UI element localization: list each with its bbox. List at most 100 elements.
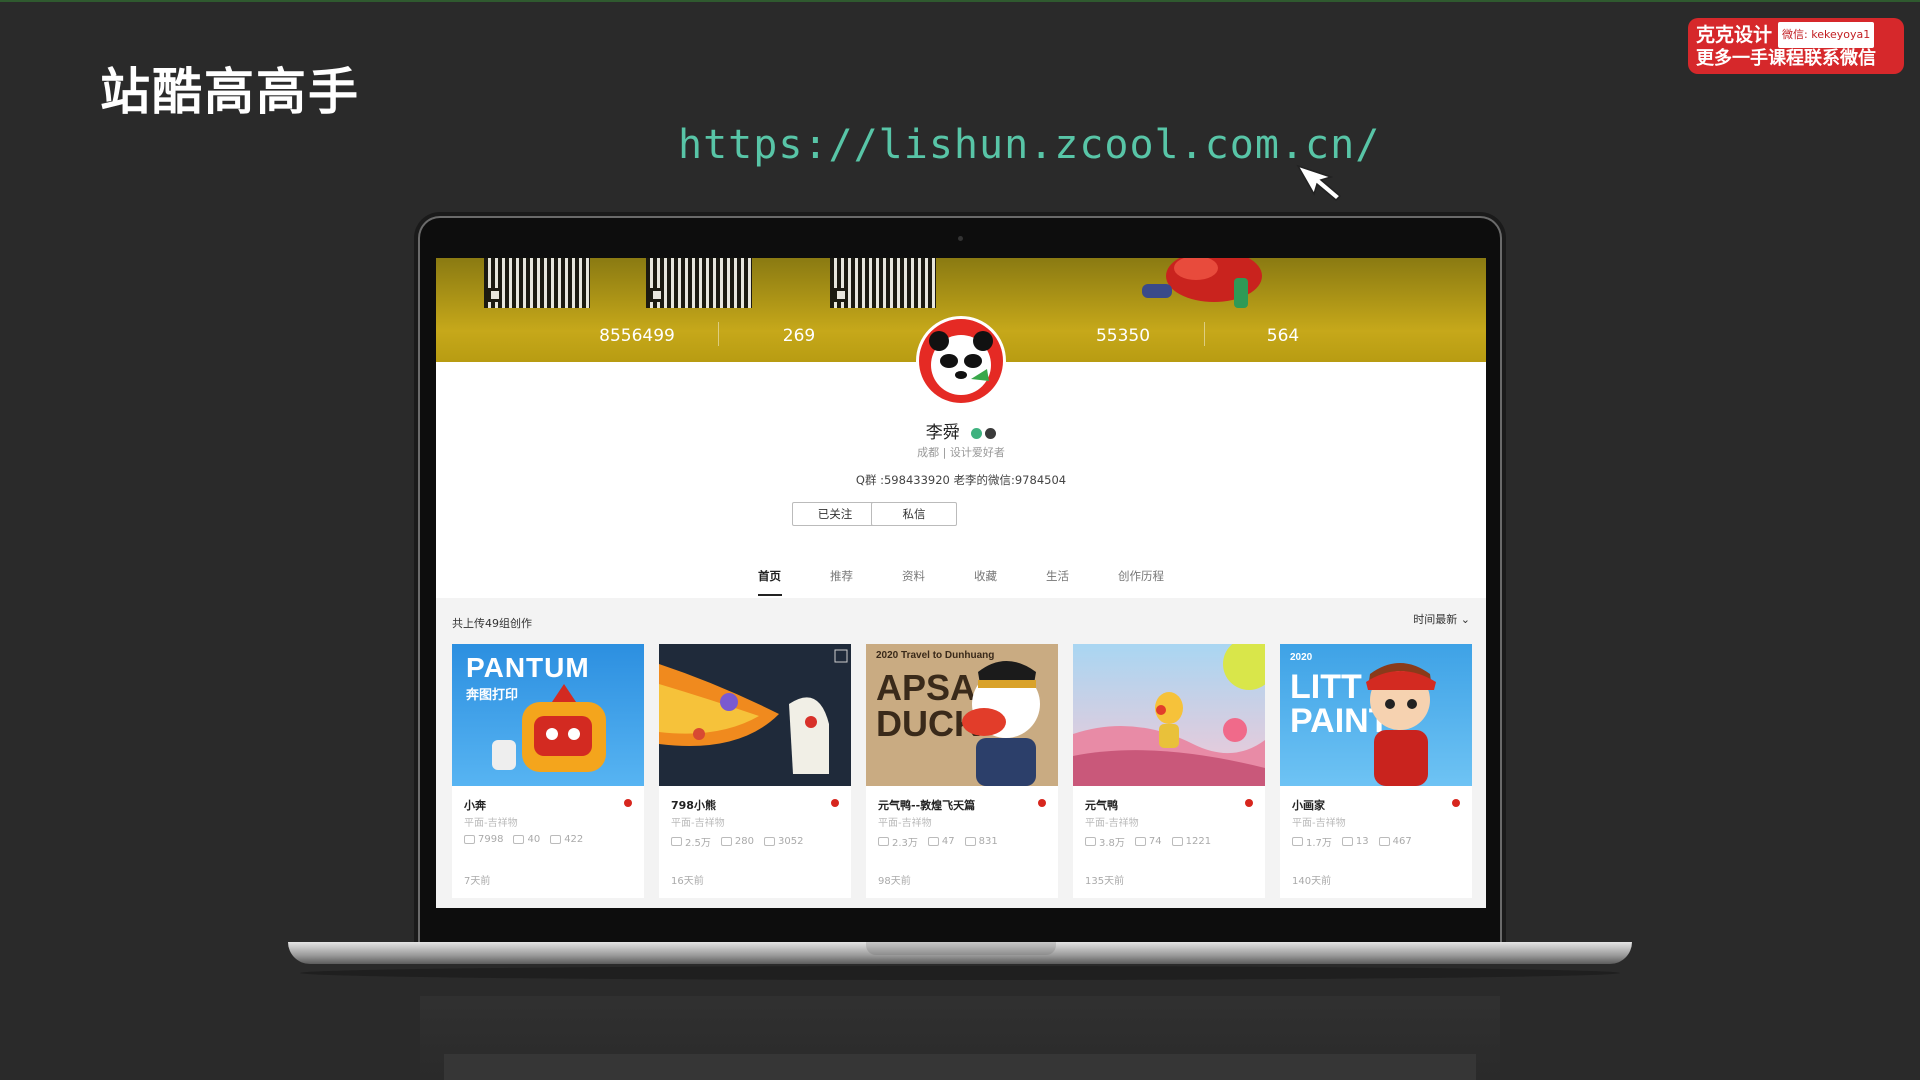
work-category: 平面-吉祥物 <box>1085 818 1139 829</box>
work-thumbnail[interactable] <box>1073 644 1265 786</box>
laptop-notch <box>866 942 1056 955</box>
work-time: 135天前 <box>1085 876 1125 887</box>
work-time: 7天前 <box>464 876 491 887</box>
avatar[interactable] <box>916 316 1006 406</box>
laptop-shadow <box>300 966 1620 980</box>
thumbs-up-icon <box>964 837 976 846</box>
like-count: 1221 <box>1185 836 1212 847</box>
recommend-badge-icon <box>831 799 839 807</box>
comment-count: 13 <box>1355 836 1369 847</box>
message-button[interactable]: 私信 <box>871 502 957 526</box>
work-title[interactable]: 小画家 <box>1292 797 1325 813</box>
stat-likes: 564 <box>1266 326 1300 346</box>
top-accent-line <box>0 0 1920 2</box>
work-thumbnail[interactable]: PANTUM 奔图打印 <box>452 644 644 786</box>
work-stats: 2.3万 47 831 <box>878 834 998 849</box>
view-count: 7998 <box>478 834 504 845</box>
view-count: 1.7万 <box>1306 838 1332 849</box>
profile-contact: Q群 :598433920 老李的微信:9784504 <box>855 473 1067 487</box>
eye-icon <box>878 837 889 846</box>
space-fire-illustration <box>659 649 848 774</box>
profile-name: 李舜 <box>925 423 960 443</box>
work-card[interactable]: PANTUM 奔图打印 小奔 平面-吉祥物 7998 40 422 7天前 <box>452 644 644 898</box>
tab-recommend[interactable]: 推荐 <box>830 568 853 584</box>
tab-life[interactable]: 生活 <box>1046 568 1069 584</box>
work-category: 平面-吉祥物 <box>1292 818 1346 829</box>
eye-icon <box>1292 837 1303 846</box>
mouse-cursor-icon <box>1296 164 1342 202</box>
profile-tabs: 首页 推荐 资料 收藏 生活 创作历程 <box>436 568 1486 596</box>
work-stats: 7998 40 422 <box>464 834 583 845</box>
work-category: 平面-吉祥物 <box>671 818 725 829</box>
sort-dropdown[interactable]: 时间最新 ⌄ <box>1413 611 1470 627</box>
like-count: 467 <box>1392 836 1412 847</box>
active-tab-indicator <box>758 594 782 596</box>
qr-code-3[interactable] <box>830 258 936 308</box>
chevron-down-icon: ⌄ <box>1460 613 1470 626</box>
thumbs-up-icon <box>1171 837 1183 846</box>
tab-home[interactable]: 首页 <box>758 568 781 584</box>
work-category: 平面-吉祥物 <box>464 818 518 829</box>
comment-icon <box>927 837 939 846</box>
comment-icon <box>1341 837 1353 846</box>
robot-mascot-illustration <box>492 684 606 772</box>
work-title[interactable]: 798小熊 <box>671 797 716 813</box>
profile-meta: 成都 | 设计爱好者 <box>917 446 1005 459</box>
eye-icon <box>464 835 475 844</box>
eye-icon <box>1085 837 1096 846</box>
qr-code-2[interactable] <box>646 258 752 308</box>
profile-name-row: 李舜 <box>436 418 1486 443</box>
thumbs-up-icon <box>1378 837 1390 846</box>
recommend-badge-icon <box>1452 799 1460 807</box>
banner-mascot-illustration <box>1142 258 1262 308</box>
duck-landscape-illustration <box>1073 644 1265 786</box>
panda-avatar-icon <box>929 331 993 395</box>
works-total-label: 共上传49组创作 <box>452 617 532 630</box>
slide-title: 站酷高高手 <box>100 63 360 121</box>
comment-icon <box>513 835 525 844</box>
eye-icon <box>671 837 682 846</box>
qr-code-1[interactable] <box>484 258 590 308</box>
tab-profile-info[interactable]: 资料 <box>902 568 925 584</box>
work-thumbnail[interactable] <box>659 644 851 786</box>
duck-mascot-illustration <box>962 661 1040 786</box>
thumbs-up-icon <box>550 835 562 844</box>
work-thumbnail[interactable]: 2020 Travel to Dunhuang APSA DUCK <box>866 644 1058 786</box>
work-title[interactable]: 小奔 <box>464 797 486 813</box>
work-time: 98天前 <box>878 876 911 887</box>
watermark-brand: 克克设计 <box>1696 24 1773 46</box>
tab-creation-history[interactable]: 创作历程 <box>1118 568 1164 584</box>
work-card[interactable]: 2020 Travel to Dunhuang APSA DUCK 元气鸭--敦… <box>866 644 1058 898</box>
work-title[interactable]: 元气鸭 <box>1085 797 1118 813</box>
verified-badge-icon <box>971 427 983 439</box>
comment-icon <box>1134 837 1146 846</box>
laptop-screen: 8556499 269 55350 564 李舜 成都 | 设计爱好者 Q群 :… <box>436 258 1486 908</box>
work-thumbnail[interactable]: 2020 LITT PAINT <box>1280 644 1472 786</box>
zcool-badge-icon <box>985 427 997 439</box>
work-time: 140天前 <box>1292 876 1332 887</box>
url-text: https://lishun.zcool.com.cn/ <box>678 122 1381 168</box>
recommend-badge-icon <box>624 799 632 807</box>
work-stats: 2.5万 280 3052 <box>671 834 803 849</box>
tab-favorites[interactable]: 收藏 <box>974 568 997 584</box>
watermark-wechat: 微信: kekeyoya1 <box>1778 22 1875 48</box>
comment-count: 47 <box>941 836 955 847</box>
stat-divider <box>1204 322 1205 346</box>
follow-button[interactable]: 已关注 <box>792 502 878 526</box>
like-count: 831 <box>978 836 998 847</box>
work-card[interactable]: 元气鸭 平面-吉祥物 3.8万 74 1221 135天前 <box>1073 644 1265 898</box>
work-category: 平面-吉祥物 <box>878 818 932 829</box>
stat-followers: 55350 <box>1095 326 1151 346</box>
work-stats: 1.7万 13 467 <box>1292 834 1412 849</box>
work-time: 16天前 <box>671 876 704 887</box>
comment-count: 74 <box>1148 836 1162 847</box>
like-count: 422 <box>564 834 584 845</box>
comment-count: 40 <box>527 834 541 845</box>
watermark-line2: 更多一手课程联系微信 <box>1696 48 1876 69</box>
work-stats: 3.8万 74 1221 <box>1085 834 1211 849</box>
comment-count: 280 <box>734 836 754 847</box>
work-card[interactable]: 798小熊 平面-吉祥物 2.5万 280 3052 16天前 <box>659 644 851 898</box>
work-title[interactable]: 元气鸭--敦煌飞天篇 <box>878 797 975 813</box>
work-card[interactable]: 2020 LITT PAINT 小画家 平面-吉祥物 1.7万 13 467 1… <box>1280 644 1472 898</box>
view-count: 2.5万 <box>685 838 711 849</box>
